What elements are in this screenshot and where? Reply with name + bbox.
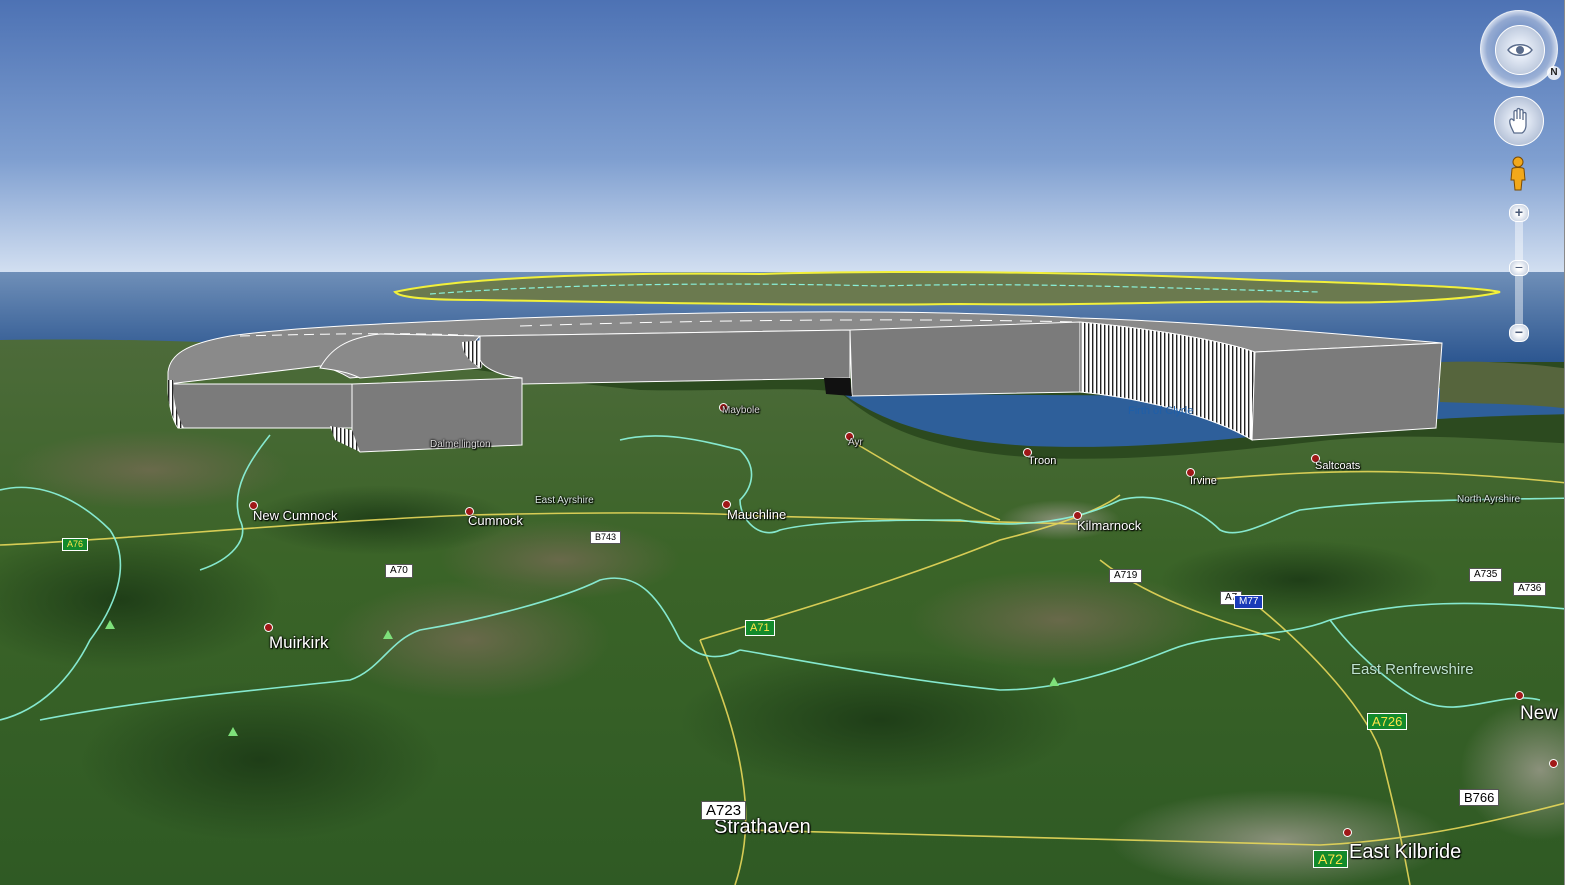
- zoom-in-button[interactable]: +: [1509, 204, 1529, 222]
- road-shield[interactable]: A735: [1469, 568, 1503, 582]
- road-shield[interactable]: A71: [745, 620, 775, 636]
- place-label-kilmarnock[interactable]: Kilmarnock: [1077, 518, 1141, 533]
- road-shield[interactable]: M77: [1234, 595, 1264, 609]
- park-marker-icon: [228, 727, 238, 736]
- viewport-edge-line: [1564, 0, 1565, 885]
- move-control[interactable]: [1494, 96, 1544, 146]
- place-marker: [264, 623, 273, 632]
- north-indicator[interactable]: N: [1547, 66, 1561, 80]
- zoom-slider-thumb[interactable]: −: [1509, 258, 1529, 276]
- pegman-icon[interactable]: [1508, 156, 1528, 192]
- sky: [0, 0, 1577, 290]
- road-shield[interactable]: A723: [701, 801, 747, 820]
- road-shield[interactable]: A70: [385, 564, 413, 578]
- park-marker-icon: [383, 630, 393, 639]
- region-label-east-ayrshire: East Ayrshire: [535, 495, 594, 506]
- region-label-east-renfrewshire: East Renfrewshire: [1351, 661, 1474, 678]
- road-shield[interactable]: A72: [1313, 850, 1348, 868]
- place-marker: [1549, 759, 1558, 768]
- terrain-patch: [10, 430, 290, 510]
- region-label-north-ayrshire: North Ayrshire: [1457, 494, 1521, 505]
- road-shield[interactable]: A719: [1109, 569, 1143, 583]
- water-label-firth: Firth of Clyde: [1128, 405, 1194, 417]
- place-label-east-kilbride[interactable]: East Kilbride: [1349, 841, 1461, 864]
- zoom-out-button[interactable]: −: [1509, 324, 1529, 342]
- terrain-patch: [1160, 540, 1440, 620]
- map-viewport[interactable]: Maybole Dalmellington Ayr Troon Irvine S…: [0, 0, 1577, 885]
- place-label-muirkirk[interactable]: Muirkirk: [269, 633, 329, 653]
- road-shield[interactable]: A76: [62, 538, 89, 551]
- place-label-ayr[interactable]: Ayr: [848, 437, 863, 448]
- place-label-saltcoats[interactable]: Saltcoats: [1315, 460, 1360, 472]
- eye-icon[interactable]: [1495, 25, 1545, 75]
- place-label-troon[interactable]: Troon: [1028, 455, 1056, 467]
- eye-icon-glyph: [1507, 44, 1533, 56]
- place-label-new[interactable]: New: [1520, 703, 1558, 725]
- place-label-new-cumnock[interactable]: New Cumnock: [253, 508, 338, 523]
- place-label-irvine[interactable]: Irvine: [1190, 475, 1217, 487]
- road-shield[interactable]: B743: [590, 531, 622, 544]
- road-shield[interactable]: B766: [1459, 789, 1500, 806]
- place-marker: [1343, 828, 1352, 837]
- place-marker: [1515, 691, 1524, 700]
- zoom-thumb-glyph: −: [1514, 258, 1524, 275]
- hand-icon: [1509, 107, 1527, 134]
- terrain-patch: [680, 650, 1080, 790]
- park-marker-icon: [105, 620, 115, 629]
- earth-scene[interactable]: [0, 0, 1577, 885]
- look-around-control[interactable]: N: [1480, 10, 1561, 88]
- park-marker-icon: [1049, 677, 1059, 686]
- viewport-edge: [1564, 0, 1577, 885]
- road-shield[interactable]: A726: [1367, 713, 1408, 730]
- place-label-maybole[interactable]: Maybole: [722, 405, 760, 416]
- place-label-cumnock[interactable]: Cumnock: [468, 513, 523, 528]
- place-label-dalmellington[interactable]: Dalmellington: [430, 439, 491, 450]
- road-shield[interactable]: A736: [1513, 582, 1547, 596]
- place-label-mauchline[interactable]: Mauchline: [727, 507, 786, 522]
